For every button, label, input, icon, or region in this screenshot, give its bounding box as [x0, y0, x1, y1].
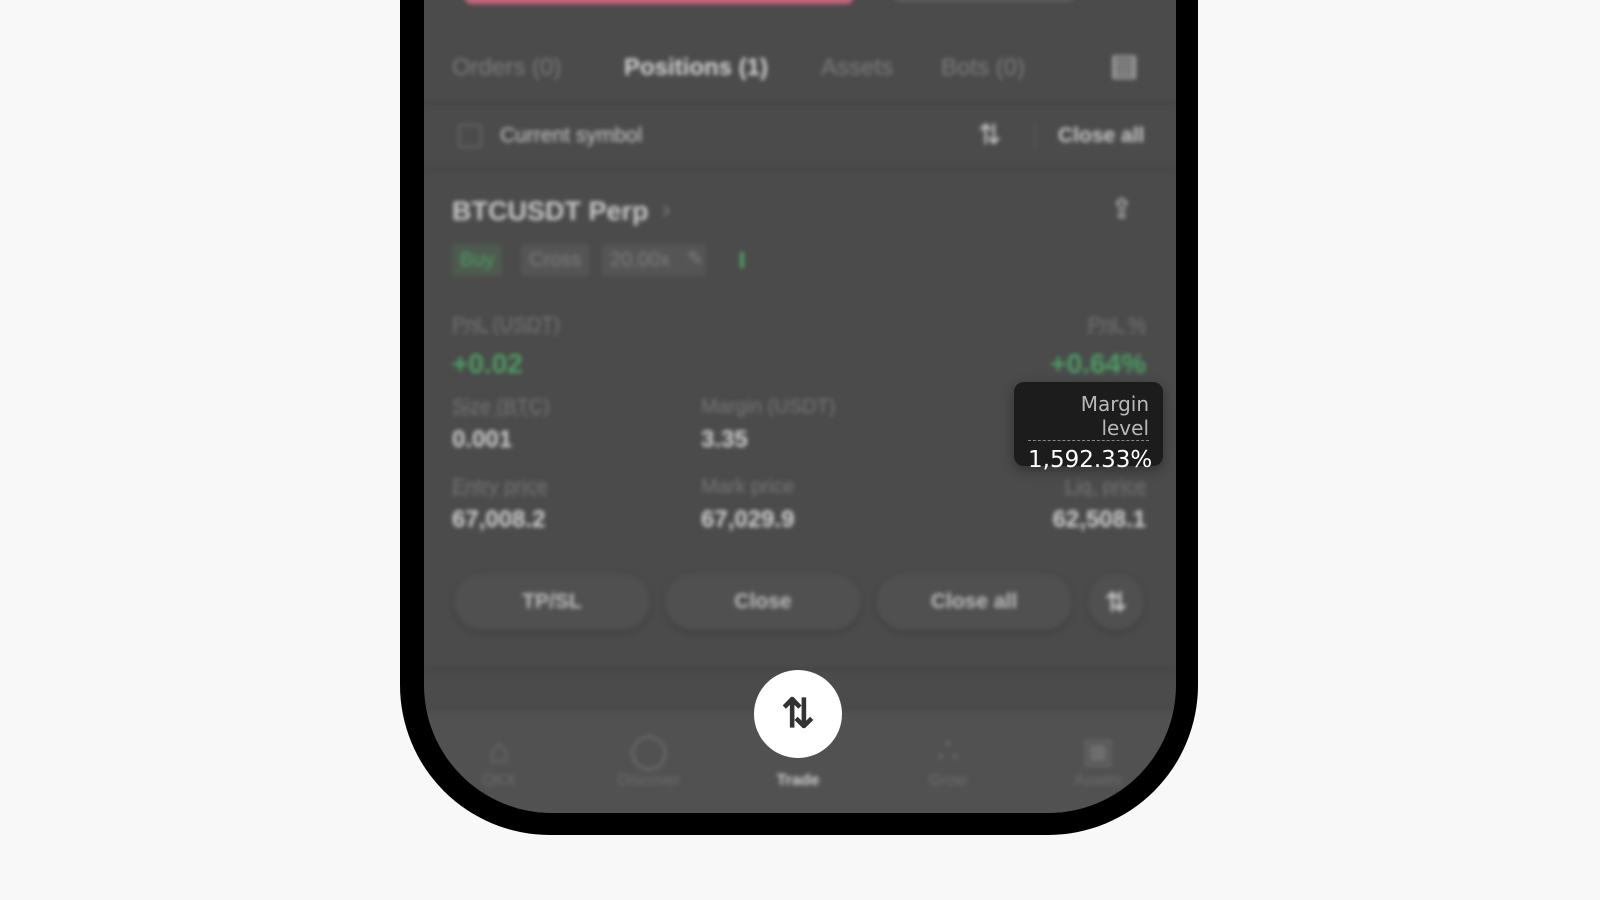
current-symbol-checkbox[interactable]: [458, 124, 482, 148]
entry-price-value: 67,008.2: [452, 506, 546, 533]
tab-bots[interactable]: Bots (0): [941, 54, 1025, 82]
wallet-icon: ▣: [1081, 732, 1115, 770]
trade-button-bar[interactable]: [464, 0, 854, 4]
nav-label: OKX: [482, 772, 516, 789]
close-all-link[interactable]: Close all: [1058, 124, 1144, 148]
nav-label: Discover: [617, 772, 681, 789]
history-icon[interactable]: ▤: [1110, 48, 1138, 83]
tooltip-value: 1,592.33%: [1028, 447, 1153, 473]
divider: [424, 102, 1176, 105]
pnl-pct-value: +0.64%: [1050, 348, 1146, 379]
current-symbol-label: Current symbol: [500, 124, 643, 147]
pnl-label: PnL (USDT): [452, 314, 561, 336]
nav-okx[interactable]: ⌂ OKX: [449, 730, 549, 790]
tab-assets[interactable]: Assets: [821, 54, 893, 82]
mark-price-label: Mark price: [701, 476, 795, 498]
mark-price-value: 67,029.9: [701, 506, 795, 533]
nav-grow[interactable]: ∴ Grow: [898, 730, 998, 790]
adl-indicator: [740, 252, 744, 268]
margin-value: 3.35: [701, 426, 748, 453]
side-tag: Buy: [452, 244, 503, 276]
pnl-value: +0.02: [452, 348, 523, 379]
margin-label: Margin (USDT): [701, 396, 836, 418]
grow-icon: ∴: [937, 732, 959, 770]
nav-label: Grow: [928, 772, 968, 789]
tpsl-button[interactable]: TP/SL: [454, 574, 650, 630]
secondary-bar: [894, 0, 1074, 2]
reverse-position-icon[interactable]: ⇅: [1088, 574, 1144, 630]
sort-icon[interactable]: ⇅: [978, 118, 1001, 151]
divider: [424, 168, 1176, 171]
size-label: Size (BTC): [452, 396, 550, 418]
chevron-right-icon[interactable]: ›: [662, 194, 671, 225]
nav-label: Trade: [776, 772, 820, 789]
edit-icon[interactable]: ✎: [687, 246, 704, 271]
margin-level-tooltip: Margin level 1,592.33%: [1014, 382, 1163, 473]
tooltip-label: Margin level: [1028, 392, 1149, 441]
symbol-title[interactable]: BTCUSDT Perp: [452, 196, 649, 227]
liq-price-label: Liq. price: [1064, 476, 1146, 498]
liq-price-value: 62,508.1: [1052, 506, 1146, 533]
discover-icon: ◯: [629, 732, 669, 770]
pnl-pct-label: PnL %: [1087, 314, 1146, 336]
entry-price-label: Entry price: [452, 476, 548, 498]
share-icon[interactable]: ⇪: [1110, 192, 1133, 225]
size-value: 0.001: [452, 426, 513, 453]
tab-orders[interactable]: Orders (0): [452, 54, 561, 82]
nav-discover[interactable]: ◯ Discover: [599, 730, 699, 790]
nav-label: Assets: [1073, 772, 1122, 789]
margin-mode-tag: Cross: [521, 244, 590, 276]
nav-assets[interactable]: ▣ Assets: [1048, 730, 1148, 790]
tab-positions[interactable]: Positions (1): [624, 54, 768, 82]
trade-icon[interactable]: ⇅: [754, 670, 842, 758]
close-button[interactable]: Close: [665, 574, 861, 630]
nav-trade[interactable]: Trade: [748, 772, 848, 790]
divider: [1034, 122, 1036, 150]
home-icon: ⌂: [488, 732, 510, 770]
close-all-button[interactable]: Close all: [876, 574, 1072, 630]
